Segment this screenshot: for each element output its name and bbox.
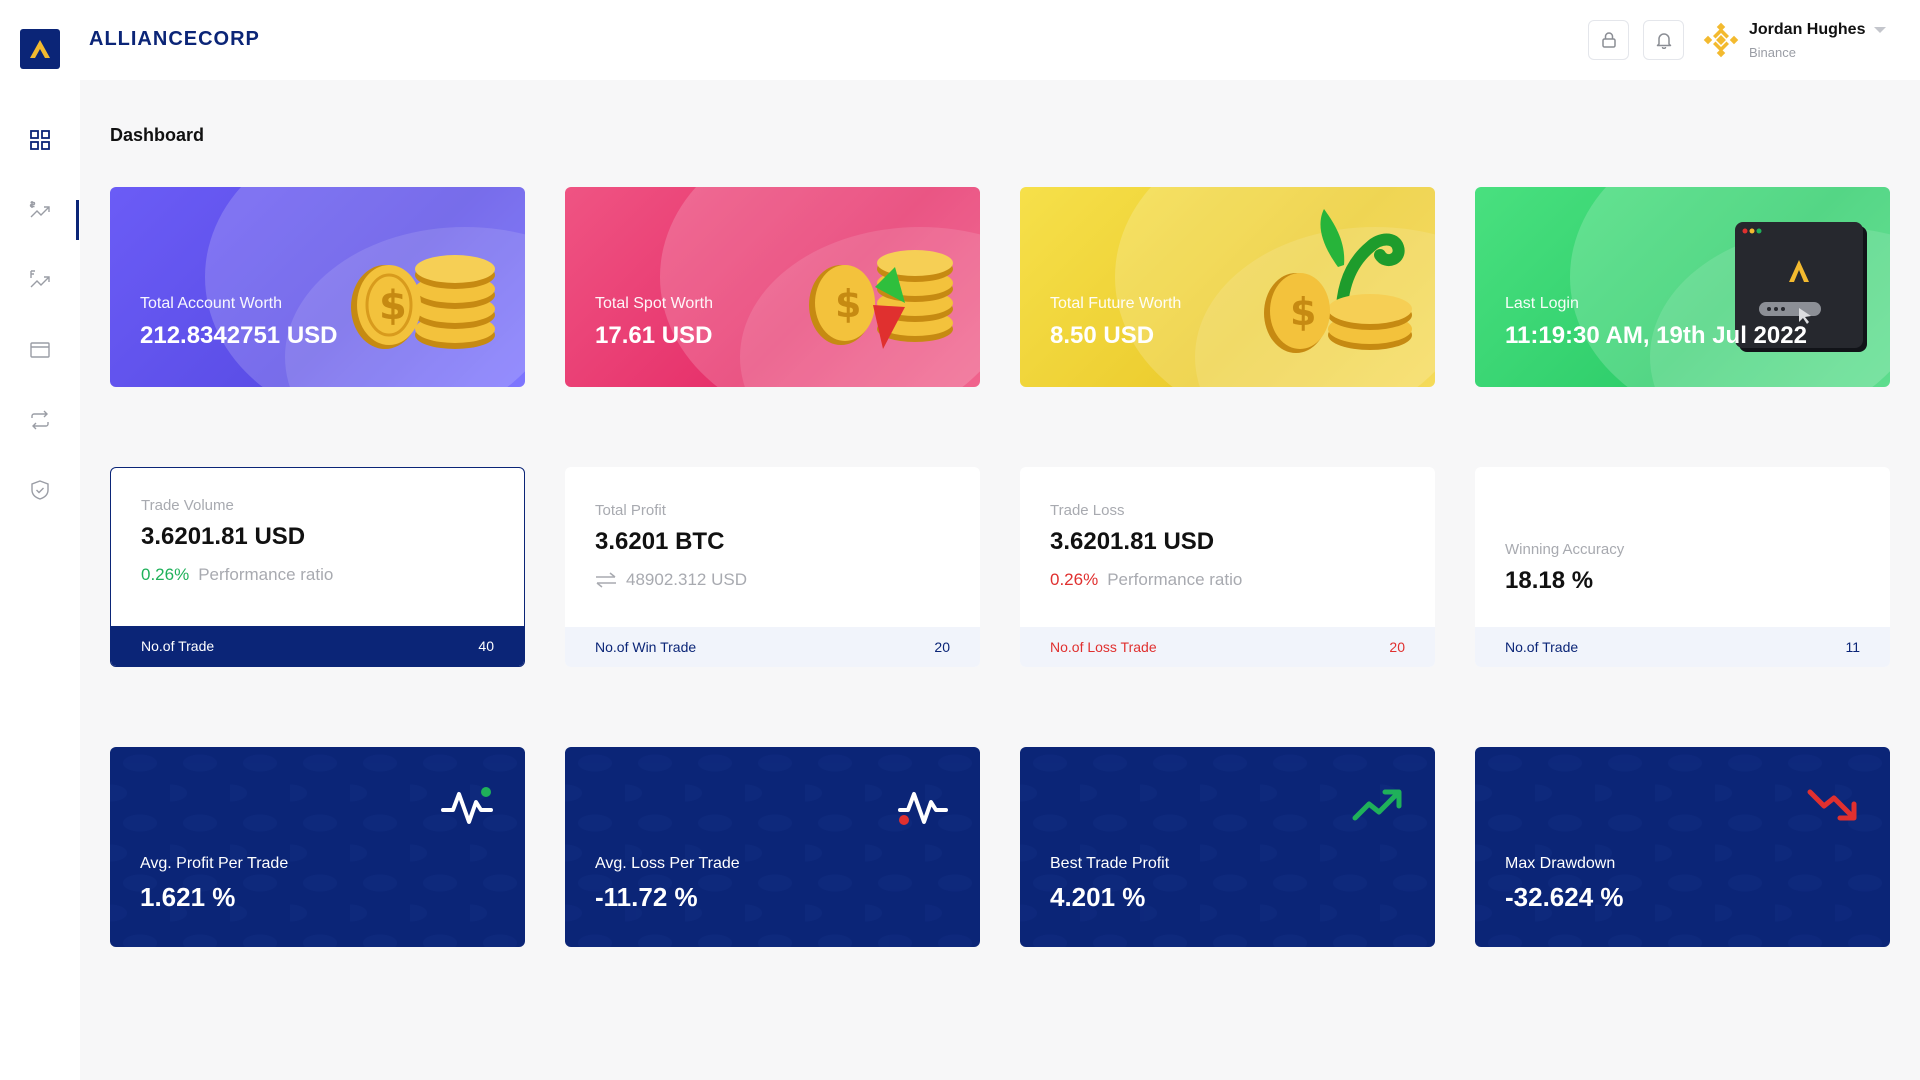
trade-loss-card[interactable]: Trade Loss 3.6201.81 USD 0.26% Performan…: [1020, 467, 1435, 667]
footer-label: No.of Loss Trade: [1050, 639, 1157, 655]
chevron-down-icon[interactable]: [1873, 25, 1887, 35]
grid-icon: [30, 130, 50, 150]
stat-footer: No.of Win Trade 20: [565, 627, 980, 667]
svg-text:$: $: [379, 283, 407, 329]
stat-footer: No.of Trade 11: [1475, 627, 1890, 667]
stat-footer: No.of Loss Trade 20: [1020, 627, 1435, 667]
max-drawdown-card[interactable]: Max Drawdown -32.624 %: [1475, 747, 1890, 947]
metric-label: Avg. Profit Per Trade: [140, 855, 289, 872]
sidebar-item-futures[interactable]: [26, 266, 54, 294]
shield-icon: [31, 480, 49, 500]
sidebar-item-spot[interactable]: [26, 196, 54, 224]
stat-label: Total Profit: [595, 502, 666, 519]
avg-profit-card[interactable]: Avg. Profit Per Trade 1.621 %: [110, 747, 525, 947]
coins-icon: $: [351, 255, 495, 349]
best-trade-card[interactable]: Best Trade Profit 4.201 %: [1020, 747, 1435, 947]
notifications-button[interactable]: [1643, 20, 1684, 60]
trade-volume-card[interactable]: Trade Volume 3.6201.81 USD 0.26% Perform…: [110, 467, 525, 667]
total-future-worth-card[interactable]: $ Total Future Worth 8.50 USD: [1020, 187, 1435, 387]
performance-pct: 0.26%: [141, 565, 190, 584]
metric-label: Max Drawdown: [1505, 855, 1616, 872]
footer-value: 20: [1389, 639, 1405, 655]
hero-label: Total Account Worth: [140, 295, 282, 312]
metric-label: Avg. Loss Per Trade: [595, 855, 740, 872]
footer-label: No.of Trade: [1505, 639, 1579, 655]
app-logo[interactable]: [20, 29, 60, 69]
coins-trade-arrows-icon: $: [809, 250, 953, 349]
avg-loss-card[interactable]: Avg. Loss Per Trade -11.72 %: [565, 747, 980, 947]
stat-value: 18.18 %: [1505, 567, 1594, 594]
user-exchange: Binance: [1749, 45, 1796, 60]
hero-value: 8.50 USD: [1050, 322, 1155, 349]
trend-down-icon: [1807, 789, 1857, 821]
performance-pct: 0.26%: [1050, 570, 1099, 589]
svg-text:$: $: [835, 282, 861, 326]
metric-label: Best Trade Profit: [1050, 855, 1170, 872]
futures-trend-icon: [30, 270, 50, 288]
spot-trend-icon: [29, 201, 50, 218]
hero-value: 212.8342751 USD: [140, 322, 338, 349]
footer-label: No.of Win Trade: [595, 639, 697, 655]
sidebar-item-dashboard[interactable]: [26, 126, 54, 154]
hero-label: Total Future Worth: [1050, 295, 1182, 312]
trend-up-icon: [1352, 789, 1402, 821]
footer-value: 40: [478, 638, 494, 654]
total-spot-worth-card[interactable]: $ Total Spot Worth 17.61 USD: [565, 187, 980, 387]
total-profit-card[interactable]: Total Profit 3.6201 BTC 48902.312 USD No…: [565, 467, 980, 667]
lock-button[interactable]: [1588, 20, 1629, 60]
pulse-green-dot-icon: [441, 787, 493, 824]
svg-text:$: $: [1290, 290, 1316, 334]
sidebar-item-transfer[interactable]: [26, 406, 54, 434]
sidebar-item-wallet[interactable]: [26, 336, 54, 364]
hero-label: Last Login: [1505, 295, 1579, 312]
footer-value: 11: [1845, 639, 1860, 655]
performance-text: Performance ratio: [198, 565, 334, 584]
metric-value: 4.201 %: [1050, 882, 1146, 912]
performance-ratio: 0.26% Performance ratio: [141, 565, 333, 585]
stat-value: 3.6201.81 USD: [1050, 528, 1215, 555]
stat-value: 3.6201 BTC: [595, 528, 725, 555]
stat-label: Trade Loss: [1050, 502, 1125, 519]
sidebar: [0, 80, 80, 1080]
footer-label: No.of Trade: [141, 638, 215, 654]
stat-footer: No.of Trade 40: [111, 626, 524, 666]
exchange-arrows-icon: [596, 572, 616, 588]
binance-logo-icon: [1703, 22, 1739, 58]
metric-value: -32.624 %: [1505, 882, 1624, 912]
page-title: Dashboard: [110, 125, 205, 145]
stat-value: 3.6201.81 USD: [141, 523, 306, 550]
last-login-card[interactable]: Last Login 11:19:30 AM, 19th Jul 2022: [1475, 187, 1890, 387]
winning-accuracy-card[interactable]: Winning Accuracy 18.18 % No.of Trade 11: [1475, 467, 1890, 667]
converted-usd: 48902.312 USD: [626, 570, 747, 589]
transfer-icon: [31, 410, 49, 430]
metric-value: -11.72 %: [595, 882, 698, 912]
bell-icon: [1656, 33, 1671, 49]
lock-icon: [1601, 32, 1616, 48]
performance-text: Performance ratio: [1107, 570, 1243, 589]
converted-value: 48902.312 USD: [595, 570, 747, 590]
hero-value: 17.61 USD: [595, 322, 713, 349]
coins-sprout-icon: $: [1264, 209, 1412, 353]
logo-mark-icon: [30, 40, 50, 58]
hero-value: 11:19:30 AM, 19th Jul 2022: [1505, 322, 1807, 349]
hero-label: Total Spot Worth: [595, 295, 713, 312]
stat-label: Winning Accuracy: [1505, 541, 1625, 558]
metric-value: 1.621 %: [140, 882, 236, 912]
stat-label: Trade Volume: [141, 497, 234, 514]
total-account-worth-card[interactable]: $ Total Account Worth 212.8342751 USD: [110, 187, 525, 387]
performance-ratio: 0.26% Performance ratio: [1050, 570, 1242, 590]
top-bar: ALLIANCECORP Jordan Hughes Binance: [0, 0, 1920, 80]
sidebar-active-indicator: [76, 200, 79, 240]
wallet-icon: [30, 342, 50, 358]
sidebar-item-security[interactable]: [26, 476, 54, 504]
brand-name: ALLIANCECORP: [89, 28, 260, 50]
user-name[interactable]: Jordan Hughes: [1749, 21, 1865, 39]
footer-value: 20: [934, 639, 950, 655]
pulse-red-dot-icon: [898, 792, 948, 825]
